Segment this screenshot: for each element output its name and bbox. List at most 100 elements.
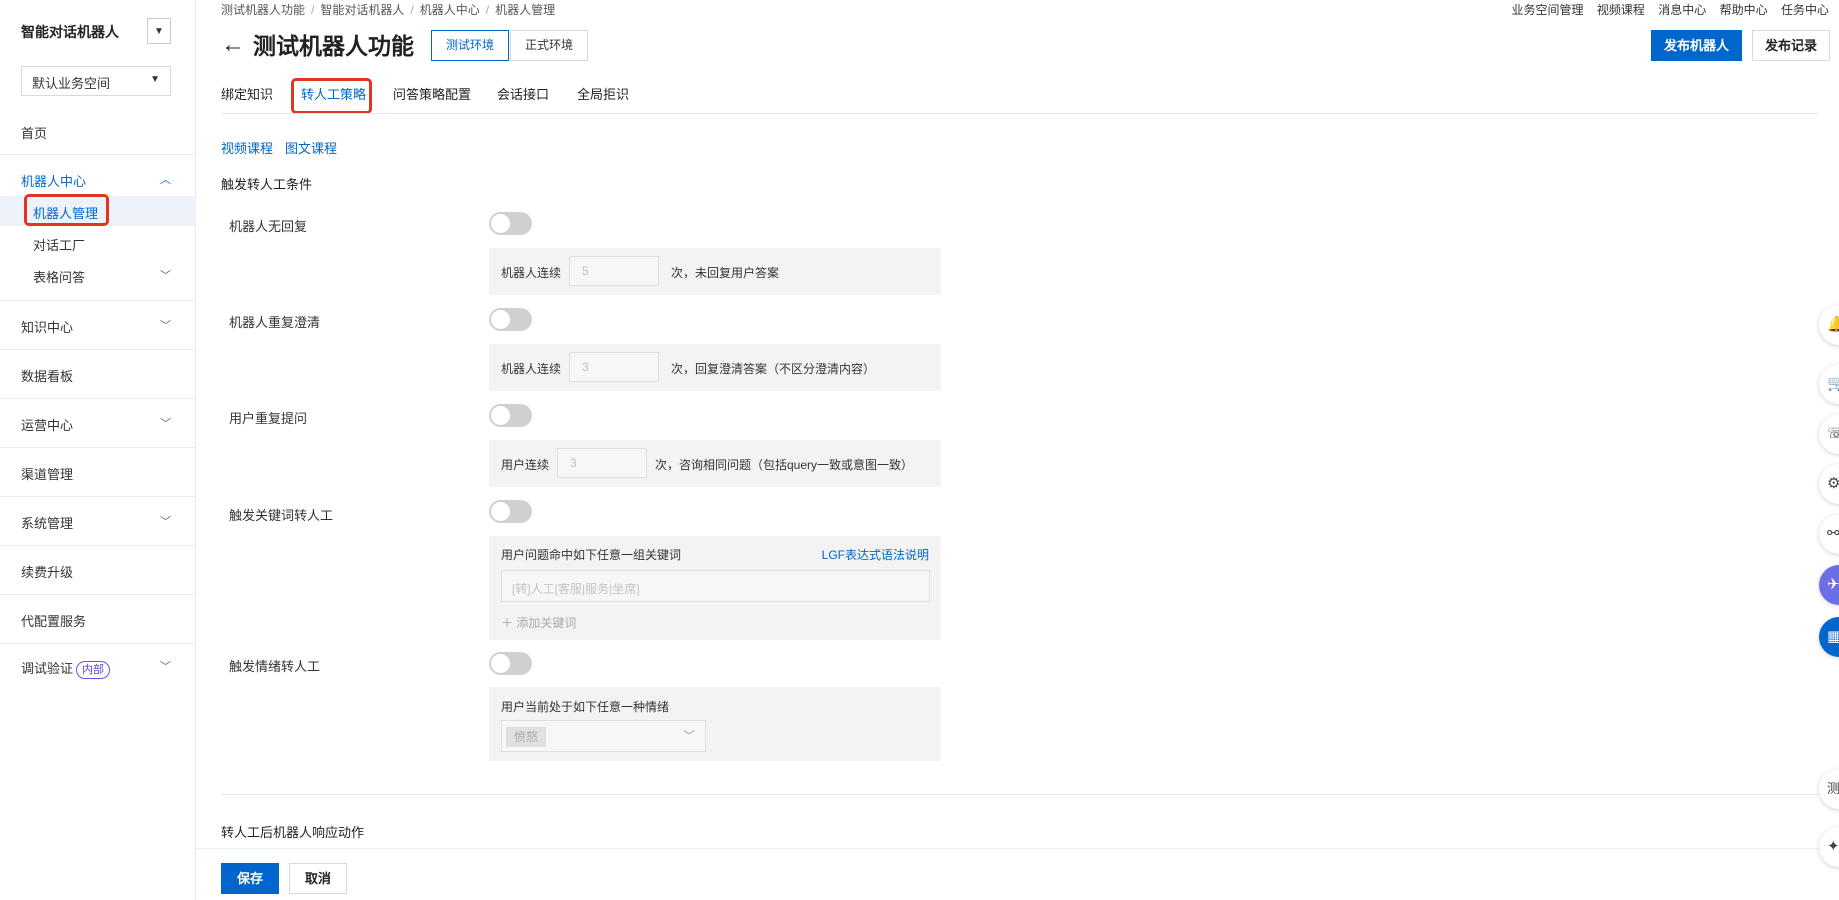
chevron-down-icon: ﹀ <box>160 320 171 332</box>
sidebar-header: 智能对话机器人 ▼ <box>21 18 171 44</box>
sidebar-item-label: 首页 <box>21 126 48 141</box>
section-divider <box>221 794 1818 795</box>
chevron-down-icon: ﹀ <box>160 516 171 528</box>
sidebar-item-robot-center[interactable]: 机器人中心 ︿ <box>21 171 171 190</box>
bell-icon[interactable]: 🔔 <box>1819 305 1839 345</box>
sidebar-item-label: 机器人中心 <box>21 174 87 189</box>
emotion-panel: 用户当前处于如下任意一种情绪 愤怒 ﹀ <box>489 687 941 761</box>
internal-badge: 内部 <box>76 661 111 679</box>
divider <box>0 496 196 497</box>
doc-course-link[interactable]: 图文课程 <box>285 138 337 157</box>
top-nav-messages[interactable]: 消息中心 <box>1658 3 1706 17</box>
sidebar-item-label: 运营中心 <box>21 418 74 433</box>
breadcrumb-item[interactable]: 测试机器人功能 <box>221 3 305 17</box>
tab-session-api[interactable]: 会话接口 <box>497 84 549 103</box>
caret-down-icon: ▼ <box>154 25 164 37</box>
sidebar-item-dashboard[interactable]: 数据看板 <box>21 366 171 385</box>
sidebar-item-label: 代配置服务 <box>21 614 87 629</box>
top-nav-tasks[interactable]: 任务中心 <box>1781 3 1829 17</box>
sidebar-item-dialog-factory[interactable]: 对话工厂 <box>33 235 171 254</box>
publish-robot-button[interactable]: 发布机器人 <box>1651 30 1742 61</box>
breadcrumb-separator: / <box>311 3 315 17</box>
env-test-button[interactable]: 测试环境 <box>431 30 510 61</box>
headset-icon[interactable]: ☏ <box>1819 414 1839 454</box>
sidebar-item-config-service[interactable]: 代配置服务 <box>21 611 171 630</box>
section-title-trigger: 触发转人工条件 <box>221 177 313 192</box>
chevron-up-icon: ︿ <box>160 174 171 186</box>
condition-label-emotion: 触发情绪转人工 <box>229 659 321 674</box>
sidebar-item-label: 数据看板 <box>21 369 74 384</box>
emotion-tag: 愤怒 <box>506 727 547 747</box>
cancel-button[interactable]: 取消 <box>289 863 347 894</box>
sidebar-item-channels[interactable]: 渠道管理 <box>21 464 171 483</box>
footer-bar: 保存 取消 <box>196 848 1839 900</box>
test-float-button[interactable]: 测 <box>1819 769 1839 809</box>
keyword-hint: 用户问题命中如下任意一组关键词 <box>501 548 682 562</box>
no-reply-toggle[interactable] <box>489 212 532 235</box>
divider <box>0 643 196 644</box>
top-nav-video-courses[interactable]: 视频课程 <box>1597 3 1645 17</box>
tab-global-reject[interactable]: 全局拒识 <box>577 84 629 103</box>
repeat-ask-suffix: 次，咨询相同问题（包括query一致或意图一致） <box>655 458 914 472</box>
grid-icon[interactable]: ▦ <box>1819 617 1839 657</box>
repeat-ask-panel: 用户连续 3 次，咨询相同问题（包括query一致或意图一致） <box>489 440 941 487</box>
emotion-select[interactable]: 愤怒 ﹀ <box>501 720 706 752</box>
sidebar-item-table-qa[interactable]: 表格问答 ﹀ <box>33 267 171 286</box>
sidebar-item-label: 对话工厂 <box>33 238 86 253</box>
add-keyword-label: 添加关键词 <box>516 616 577 630</box>
emotion-toggle[interactable] <box>489 652 532 675</box>
sidebar-item-label: 续费升级 <box>21 565 74 580</box>
link-icon[interactable]: ⚯ <box>1819 514 1839 554</box>
repeat-ask-toggle[interactable] <box>489 404 532 427</box>
condition-label-repeat-clarify: 机器人重复澄清 <box>229 315 321 330</box>
cart-icon[interactable]: 🛒 <box>1819 364 1839 404</box>
sidebar-item-knowledge-center[interactable]: 知识中心 ﹀ <box>21 317 171 336</box>
repeat-ask-count-input[interactable]: 3 <box>557 448 647 478</box>
keyword-toggle[interactable] <box>489 500 532 523</box>
video-course-link[interactable]: 视频课程 <box>221 138 273 157</box>
breadcrumb-item[interactable]: 智能对话机器人 <box>320 3 404 17</box>
no-reply-count-input[interactable]: 5 <box>569 256 659 286</box>
repeat-clarify-toggle[interactable] <box>489 308 532 331</box>
no-reply-prefix: 机器人连续 <box>501 266 562 280</box>
save-button[interactable]: 保存 <box>221 863 279 894</box>
chevron-down-icon: ﹀ <box>160 418 171 430</box>
repeat-clarify-count-input[interactable]: 3 <box>569 352 659 382</box>
chevron-down-icon: ﹀ <box>682 729 695 743</box>
workspace-select[interactable]: 默认业务空间 ▼ <box>21 66 171 96</box>
repeat-clarify-suffix: 次，回复澄清答案（不区分澄清内容） <box>671 362 876 376</box>
tab-bind-knowledge[interactable]: 绑定知识 <box>221 84 273 103</box>
repeat-clarify-panel: 机器人连续 3 次，回复澄清答案（不区分澄清内容） <box>489 344 941 391</box>
highlight-annotation <box>24 194 109 226</box>
add-keyword-button[interactable]: ＋ 添加关键词 <box>501 614 576 631</box>
top-nav-help[interactable]: 帮助中心 <box>1720 3 1768 17</box>
breadcrumb-item: 机器人管理 <box>495 3 556 17</box>
env-prod-button[interactable]: 正式环境 <box>510 30 589 61</box>
sidebar-item-renewal[interactable]: 续费升级 <box>21 562 171 581</box>
repeat-clarify-prefix: 机器人连续 <box>501 362 562 376</box>
sidebar-item-label: 知识中心 <box>21 320 74 335</box>
sidebar-item-system[interactable]: 系统管理 ﹀ <box>21 513 171 532</box>
gear-icon[interactable]: ⚙ <box>1819 464 1839 504</box>
no-reply-suffix: 次，未回复用户答案 <box>671 266 780 280</box>
publish-log-button[interactable]: 发布记录 <box>1752 30 1830 61</box>
sidebar-item-label: 渠道管理 <box>21 467 74 482</box>
breadcrumb: 测试机器人功能 / 智能对话机器人 / 机器人中心 / 机器人管理 <box>221 1 555 18</box>
keyword-panel: 用户问题命中如下任意一组关键词 LGF表达式语法说明 [转]人工[客服|服务|坐… <box>489 536 941 640</box>
sidebar-item-operations[interactable]: 运营中心 ﹀ <box>21 415 171 434</box>
keyword-input[interactable]: [转]人工[客服|服务|坐席] <box>501 570 930 602</box>
top-nav-workspace-management[interactable]: 业务空间管理 <box>1512 3 1584 17</box>
product-switch-button[interactable]: ▼ <box>147 18 171 44</box>
sidebar-item-label: 调试验证 <box>21 661 74 676</box>
breadcrumb-separator: / <box>485 3 490 17</box>
sidebar-item-debug[interactable]: 调试验证 内部 ﹀ <box>21 658 171 679</box>
plane-icon[interactable]: ✈ <box>1819 565 1839 605</box>
sidebar-item-home[interactable]: 首页 <box>21 123 171 142</box>
test-float-label: 测 <box>1827 781 1839 796</box>
repeat-ask-prefix: 用户连续 <box>501 458 550 472</box>
lgf-syntax-help-link[interactable]: LGF表达式语法说明 <box>822 546 929 563</box>
back-arrow-icon[interactable]: ← <box>221 32 245 58</box>
divider <box>0 447 196 448</box>
tab-qa-strategy[interactable]: 问答策略配置 <box>393 84 471 103</box>
breadcrumb-item[interactable]: 机器人中心 <box>420 3 480 17</box>
